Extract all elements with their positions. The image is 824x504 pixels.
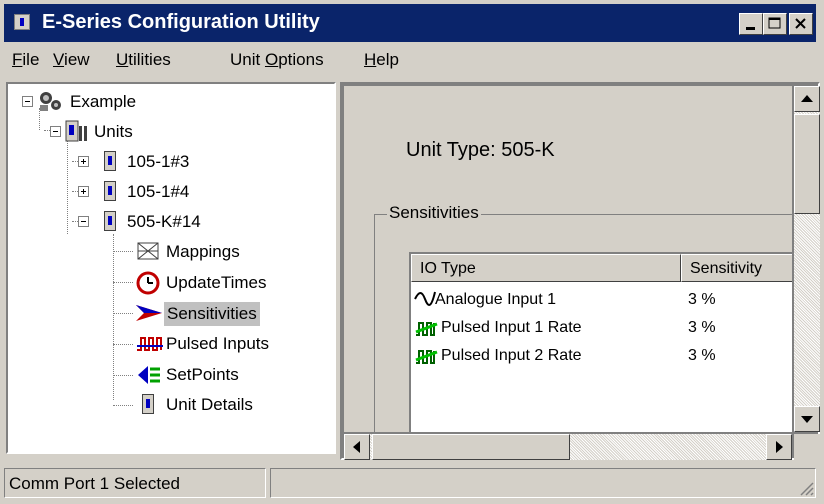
scroll-right-button[interactable] xyxy=(766,434,792,460)
sensitivity-cell: 3 % xyxy=(688,347,716,364)
list-row[interactable]: Analogue Input 1 3 % xyxy=(411,288,791,316)
detail-canvas: Unit Type: 505-K Sensitivities IO Type S… xyxy=(344,86,792,432)
expand-toggle[interactable] xyxy=(78,186,89,197)
expand-toggle[interactable] xyxy=(78,156,89,167)
sensitivity-list[interactable]: IO Type Sensitivity Analogue Input 1 3 %… xyxy=(409,252,792,432)
menu-file-mnemonic: F xyxy=(12,50,23,69)
sensitivity-cell: 3 % xyxy=(688,291,716,308)
vertical-scroll-thumb[interactable] xyxy=(794,114,820,214)
list-row[interactable]: Pulsed Input 1 Rate 3 % xyxy=(411,316,791,344)
pulse-rate-icon xyxy=(415,350,438,364)
menu-utilities[interactable]: Utilities xyxy=(116,50,171,70)
groupbox-label: Sensitivities xyxy=(387,203,481,223)
tree-connector xyxy=(113,282,133,284)
scroll-up-button[interactable] xyxy=(794,86,820,112)
sensitivity-cell: 3 % xyxy=(688,319,716,336)
io-type-cell: Pulsed Input 1 Rate xyxy=(441,319,582,336)
minimize-icon xyxy=(746,27,755,30)
unit-icon xyxy=(104,151,116,171)
menu-file[interactable]: File xyxy=(12,50,39,70)
menu-utilities-mnemonic: U xyxy=(116,50,129,69)
menu-unit-options[interactable]: Unit Options xyxy=(230,50,324,70)
menu-view[interactable]: View xyxy=(53,50,90,70)
tree-item-setpoints[interactable]: SetPoints xyxy=(166,365,239,385)
menu-unit-options-label: ptions xyxy=(278,50,324,69)
collapse-toggle[interactable] xyxy=(78,216,89,227)
status-panel xyxy=(270,468,816,498)
unit-icon xyxy=(104,181,116,201)
status-bar: Comm Port 1 Selected xyxy=(4,466,820,500)
tree-item-pulsed-inputs[interactable]: Pulsed Inputs xyxy=(166,334,269,354)
menu-help-label: elp xyxy=(376,50,399,69)
menu-view-mnemonic: V xyxy=(53,50,65,69)
column-header-sensitivity[interactable]: Sensitivity xyxy=(681,254,792,282)
menu-unit-options-prefix: Unit xyxy=(230,50,265,69)
tree-connector xyxy=(113,313,133,315)
mappings-icon xyxy=(137,242,159,260)
tree-item-unit[interactable]: 505-K#14 xyxy=(127,212,201,232)
window-title: E-Series Configuration Utility xyxy=(42,11,320,33)
unit-details-icon xyxy=(142,394,154,414)
status-text: Comm Port 1 Selected xyxy=(4,468,266,498)
menu-view-label: iew xyxy=(64,50,90,69)
tree-item-root[interactable]: Example xyxy=(70,92,136,112)
clock-icon xyxy=(136,271,160,295)
arrow-right-icon xyxy=(776,441,783,453)
minimize-button[interactable] xyxy=(739,13,763,35)
tree-connector xyxy=(113,251,133,253)
arrow-left-icon xyxy=(353,441,360,453)
setpoints-icon xyxy=(138,366,160,384)
app-icon[interactable] xyxy=(14,14,30,30)
unit-icon xyxy=(104,211,116,231)
pulse-rate-icon xyxy=(415,322,438,336)
arrow-up-icon xyxy=(801,95,813,102)
tree-view[interactable]: Example Units 105-1#3 105-1#4 505-K#14 M… xyxy=(6,82,336,454)
app-window: E-Series Configuration Utility File View… xyxy=(0,0,824,504)
collapse-toggle[interactable] xyxy=(50,126,61,137)
units-folder-icon xyxy=(65,120,87,142)
maximize-icon xyxy=(768,17,781,29)
sensitivity-arrow-icon xyxy=(136,305,162,321)
arrow-down-icon xyxy=(801,416,813,423)
menu-utilities-label: tilities xyxy=(128,50,171,69)
column-header-io-type[interactable]: IO Type xyxy=(411,254,681,282)
menu-unit-options-mnemonic: O xyxy=(264,50,279,69)
tree-item-unit-details[interactable]: Unit Details xyxy=(166,395,253,415)
menu-bar: File View Utilities Unit Options Help xyxy=(4,44,816,76)
tree-item-unit[interactable]: 105-1#4 xyxy=(127,182,189,202)
collapse-toggle[interactable] xyxy=(22,96,33,107)
menu-file-label: ile xyxy=(22,50,40,69)
detail-pane: Unit Type: 505-K Sensitivities IO Type S… xyxy=(340,82,820,460)
close-icon xyxy=(795,18,806,29)
io-type-cell: Pulsed Input 2 Rate xyxy=(441,347,582,364)
network-icon xyxy=(40,92,61,111)
menu-help-mnemonic: H xyxy=(364,50,377,69)
resize-grip-icon[interactable] xyxy=(797,479,815,497)
tree-connector xyxy=(67,138,69,234)
tree-connector xyxy=(113,344,133,346)
scroll-down-button[interactable] xyxy=(794,406,820,432)
tree-item-sensitivities-selected[interactable]: Sensitivities xyxy=(164,302,260,326)
title-bar[interactable]: E-Series Configuration Utility xyxy=(4,4,816,42)
io-type-cell: Analogue Input 1 xyxy=(435,291,556,308)
list-row[interactable]: Pulsed Input 2 Rate 3 % xyxy=(411,344,791,372)
close-button[interactable] xyxy=(789,13,813,35)
horizontal-scroll-thumb[interactable] xyxy=(372,434,570,460)
maximize-button[interactable] xyxy=(763,13,787,35)
vertical-scrollbar[interactable] xyxy=(794,86,820,432)
tree-item-mappings[interactable]: Mappings xyxy=(166,242,240,262)
menu-help[interactable]: Help xyxy=(364,50,399,70)
tree-connector xyxy=(113,375,133,377)
tree-item-unit[interactable]: 105-1#3 xyxy=(127,152,189,172)
tree-item-updatetimes[interactable]: UpdateTimes xyxy=(166,273,266,293)
tree-connector xyxy=(113,405,133,407)
horizontal-scrollbar[interactable] xyxy=(344,434,792,460)
scroll-left-button[interactable] xyxy=(344,434,370,460)
scroll-corner xyxy=(794,434,820,460)
pulsed-inputs-icon xyxy=(137,337,163,351)
tree-item-units[interactable]: Units xyxy=(94,122,133,142)
unit-type-label: Unit Type: 505-K xyxy=(406,139,555,161)
